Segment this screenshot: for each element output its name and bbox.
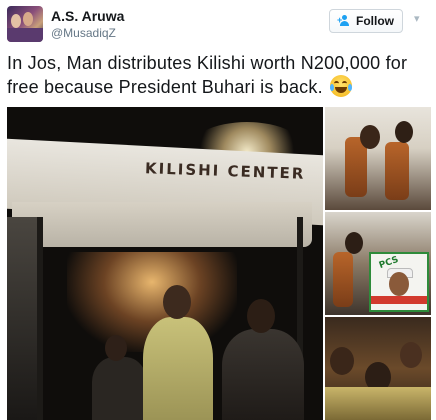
avatar-figure [11, 14, 21, 28]
tweet-text: In Jos, Man distributes Kilishi worth N2… [7, 51, 431, 99]
person-head [105, 335, 127, 361]
person-head [345, 232, 363, 254]
display-name[interactable]: A.S. Aruwa [51, 8, 124, 24]
emoji-mouth [334, 87, 347, 93]
person-head [247, 299, 275, 333]
poster-face [389, 272, 409, 296]
wall-left [7, 217, 37, 420]
avatar-figure [23, 12, 33, 26]
avatar-figure [7, 28, 43, 42]
follow-user-icon: + [337, 15, 352, 27]
thumbnail-photo[interactable]: PCS [325, 212, 431, 315]
chevron-down-icon[interactable]: ▾ [414, 12, 420, 25]
main-photo[interactable]: KILISHI CENTER [7, 107, 323, 420]
person-head [163, 285, 191, 319]
follow-label: Follow [356, 14, 394, 28]
person-head [395, 121, 413, 143]
thumbnail-photo[interactable] [325, 107, 431, 210]
face-with-tears-of-joy-emoji [329, 75, 352, 97]
kilishi-bundle [385, 142, 409, 200]
person-head [400, 342, 422, 368]
person-head [330, 347, 354, 375]
poster-stripe [371, 296, 427, 304]
emoji-tear [347, 84, 352, 91]
person-head [360, 125, 380, 149]
crowd-clothing [325, 387, 431, 420]
canopy-underside [12, 202, 312, 247]
thumbnail-photo[interactable] [325, 317, 431, 420]
media-grid: KILISHI CENTER PCS [7, 107, 431, 420]
campaign-poster: PCS [369, 252, 429, 312]
stall-post [37, 217, 43, 420]
follow-button[interactable]: + Follow [329, 9, 403, 33]
avatar[interactable] [7, 6, 43, 42]
emoji-eye [341, 81, 347, 86]
emoji-tear [329, 84, 334, 91]
emoji-eye [333, 81, 339, 86]
user-handle[interactable]: @MusadiqZ [51, 26, 116, 40]
follow-icon-body [340, 21, 349, 26]
person-figure [143, 317, 213, 420]
follow-icon-head [342, 15, 347, 20]
person-figure [92, 357, 147, 420]
kilishi-bundle [333, 252, 353, 307]
tweet-header: A.S. Aruwa @MusadiqZ + Follow ▾ [0, 0, 436, 50]
person-figure [222, 329, 304, 420]
